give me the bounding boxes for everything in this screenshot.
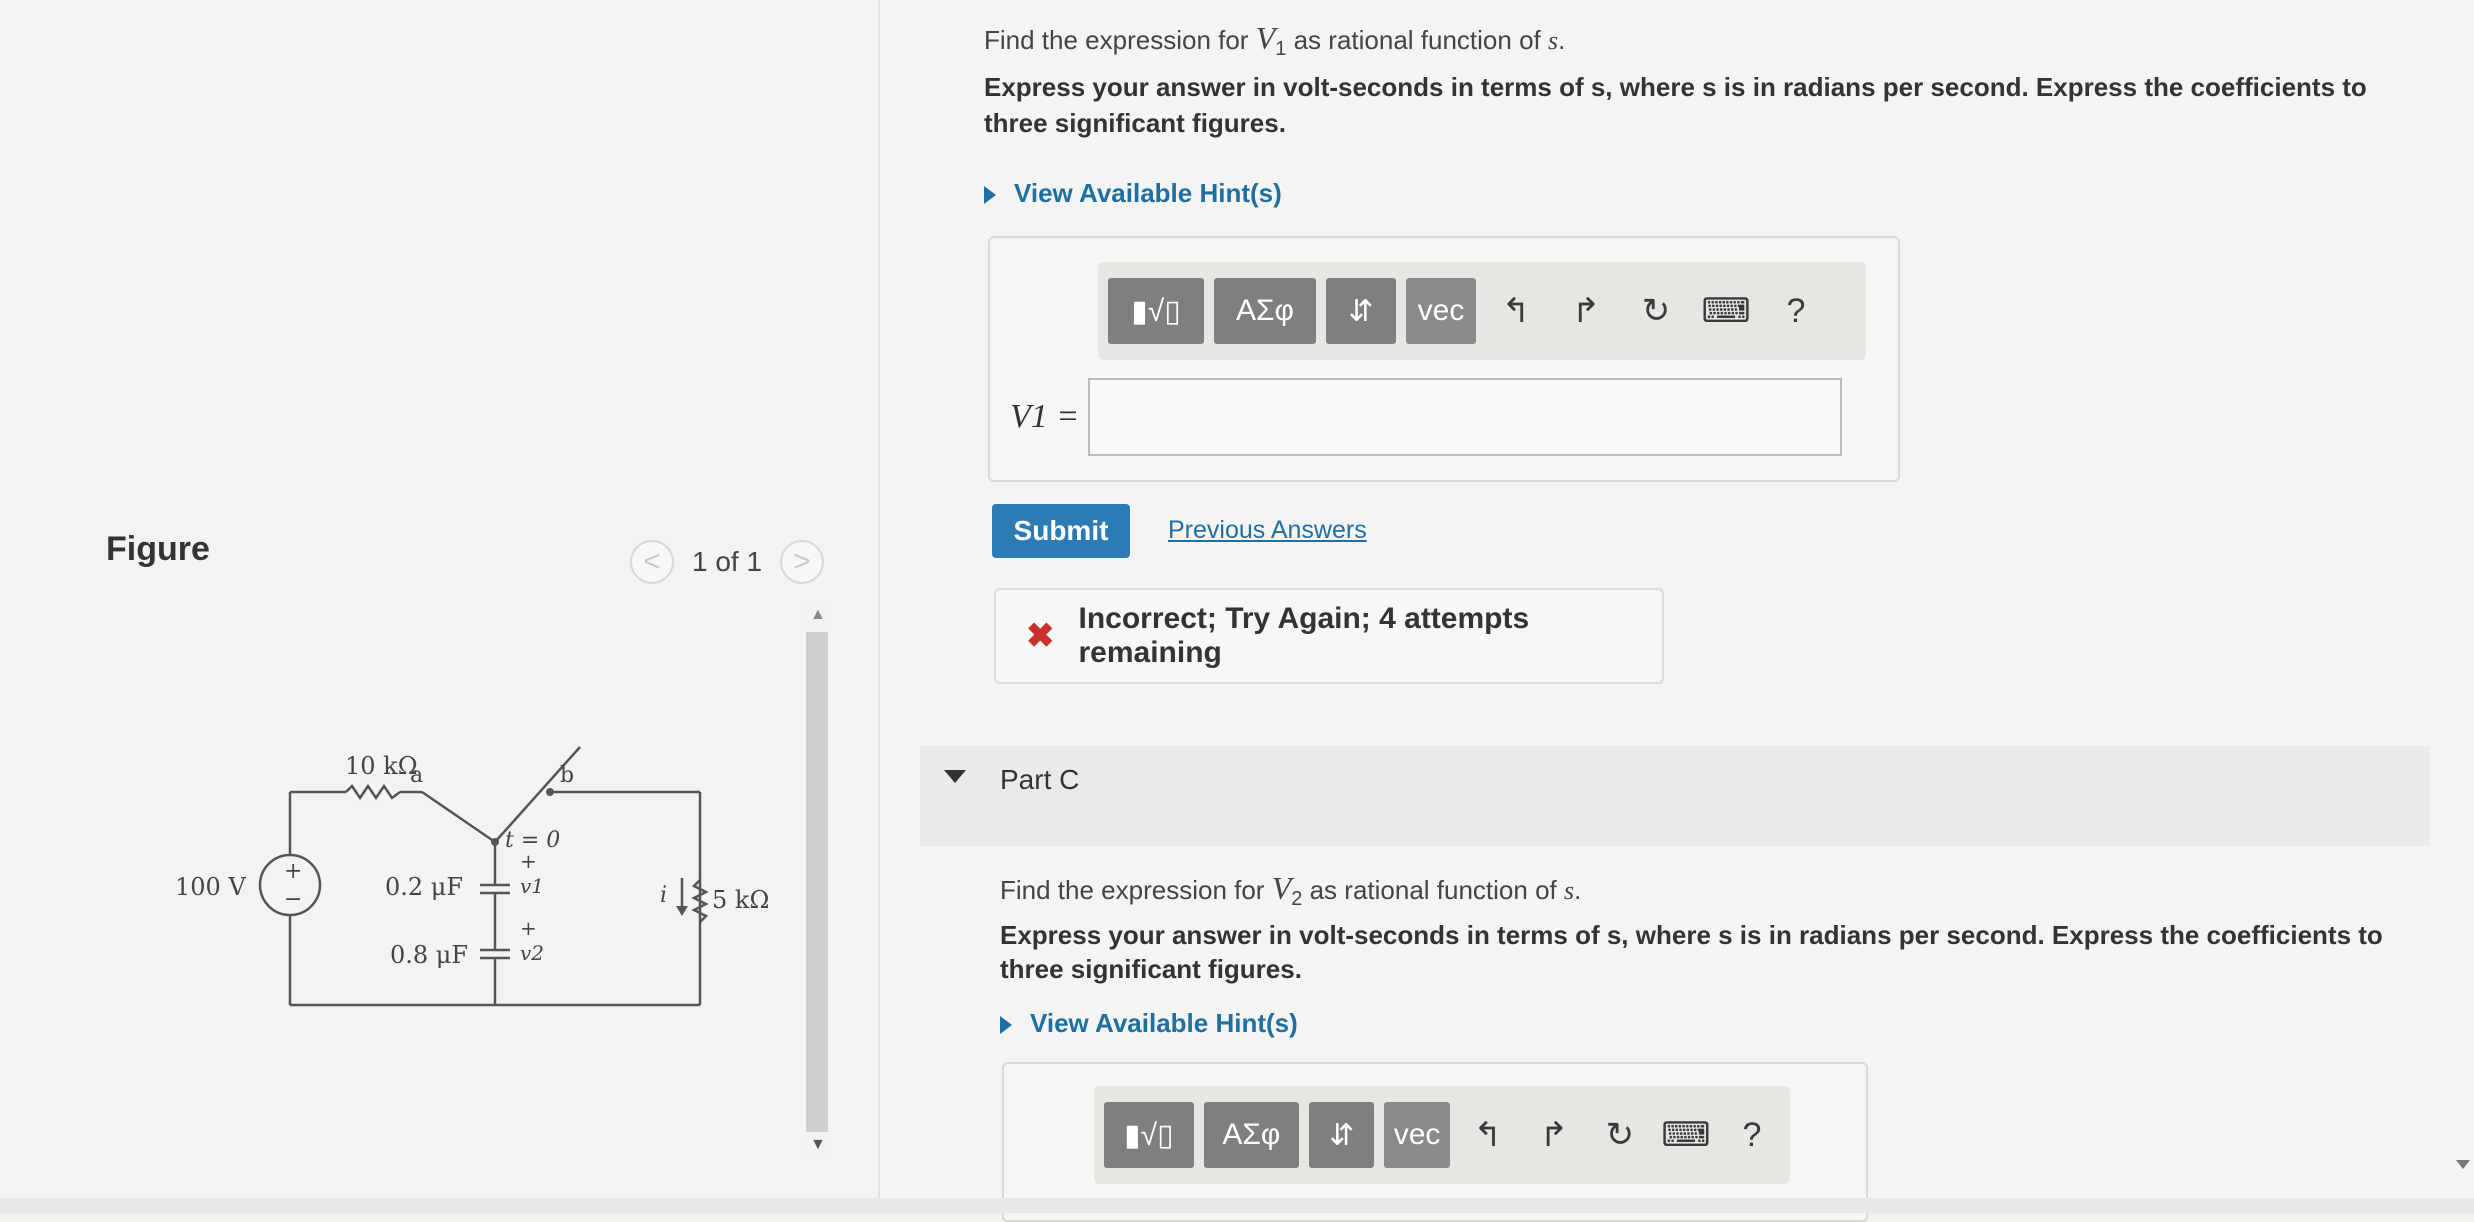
- source-label: 100 V: [175, 873, 246, 901]
- reset-icon[interactable]: ↻: [1592, 1102, 1648, 1168]
- node-b-label: b: [560, 763, 574, 788]
- source-plus: +: [284, 859, 302, 884]
- resistor-5k-label: 5 kΩ: [712, 886, 769, 914]
- help-icon[interactable]: ?: [1766, 278, 1826, 344]
- previous-figure-button[interactable]: <: [630, 540, 674, 584]
- bottom-edge: [0, 1198, 2474, 1213]
- source-minus: −: [284, 887, 302, 912]
- v1-answer-label: V1 =: [1010, 398, 1080, 435]
- part-c-math-toolbar: ▮√▯ ΑΣφ ⇵ vec ↰ ↱ ↻ ⌨ ?: [1094, 1086, 1790, 1184]
- incorrect-x-icon: ✖: [1026, 617, 1055, 655]
- redo-icon[interactable]: ↱: [1526, 1102, 1582, 1168]
- node-a-label: a: [410, 763, 423, 788]
- subscript-superscript-button[interactable]: ⇵: [1326, 278, 1396, 344]
- part-b-hint-link[interactable]: View Available Hint(s): [984, 178, 1282, 209]
- capacitor-1-label: 0.2 μF: [385, 873, 463, 901]
- previous-answers-link[interactable]: Previous Answers: [1168, 516, 1367, 545]
- scroll-down-arrow-icon[interactable]: ▼: [810, 1136, 826, 1154]
- part-b-instructions-line1: Express your answer in volt-seconds in t…: [984, 72, 2367, 102]
- v2-label: v2: [520, 941, 544, 965]
- part-c-hint-link[interactable]: View Available Hint(s): [1000, 1008, 1298, 1039]
- greek-symbols-button[interactable]: ΑΣφ: [1214, 278, 1316, 344]
- current-label: i: [660, 883, 667, 908]
- part-c-label[interactable]: Part C: [1000, 764, 1079, 796]
- subscript-superscript-button[interactable]: ⇵: [1308, 1102, 1375, 1168]
- feedback-box: ✖ Incorrect; Try Again; 4 attempts remai…: [994, 588, 1664, 684]
- figure-page-indicator: 1 of 1: [692, 546, 763, 577]
- undo-icon[interactable]: ↰: [1486, 278, 1546, 344]
- part-c-prompt: Find the expression for V2 as rational f…: [1000, 870, 1582, 911]
- next-figure-button[interactable]: >: [780, 540, 825, 584]
- part-b-prompt: Find the expression for V1 as rational f…: [984, 20, 1566, 61]
- part-c-header[interactable]: [920, 746, 2430, 846]
- submit-button[interactable]: Submit: [992, 504, 1130, 558]
- v1-label: v1: [520, 874, 544, 898]
- part-b-math-toolbar: ▮√▯ ΑΣφ ⇵ vec ↰ ↱ ↻ ⌨ ?: [1098, 262, 1866, 360]
- v1-answer-input[interactable]: [1088, 378, 1842, 456]
- expand-arrow-icon: [984, 186, 996, 205]
- part-c-instructions-line2: three significant figures.: [1000, 954, 1302, 984]
- redo-icon[interactable]: ↱: [1556, 278, 1616, 344]
- figure-panel: [0, 0, 880, 1213]
- reset-icon[interactable]: ↻: [1626, 278, 1686, 344]
- part-c-instructions-line1: Express your answer in volt-seconds in t…: [1000, 920, 2383, 950]
- capacitor-2-label: 0.8 μF: [390, 941, 468, 969]
- page-scroll-down-icon[interactable]: [2456, 1160, 2470, 1169]
- v1-plus: +: [520, 849, 537, 873]
- vector-button[interactable]: vec: [1406, 278, 1476, 344]
- templates-button[interactable]: ▮√▯: [1108, 278, 1204, 344]
- scroll-up-arrow-icon[interactable]: ▲: [810, 606, 826, 624]
- feedback-message: Incorrect; Try Again; 4 attempts remaini…: [1078, 602, 1530, 669]
- expand-arrow-icon: [1000, 1016, 1012, 1035]
- help-icon[interactable]: ?: [1724, 1102, 1780, 1168]
- resistor-10k-label: 10 kΩ: [345, 752, 418, 780]
- collapse-caret-icon[interactable]: [944, 770, 966, 783]
- keyboard-icon[interactable]: ⌨: [1696, 278, 1756, 344]
- part-b-instructions-line2: three significant figures.: [984, 108, 1286, 138]
- keyboard-icon[interactable]: ⌨: [1658, 1102, 1714, 1168]
- circuit-diagram: + − 100 V 10 kΩ a b t = 0 0.2 μF 0.8 μF …: [175, 746, 769, 1007]
- v2-plus: +: [520, 916, 537, 940]
- figure-pager: < 1 of 1 >: [630, 540, 825, 584]
- templates-button[interactable]: ▮√▯: [1104, 1102, 1194, 1168]
- figure-title: Figure: [106, 530, 210, 568]
- undo-icon[interactable]: ↰: [1460, 1102, 1516, 1168]
- figure-scrollbar-thumb[interactable]: [806, 632, 828, 1132]
- vector-button[interactable]: vec: [1384, 1102, 1450, 1168]
- greek-symbols-button[interactable]: ΑΣφ: [1203, 1102, 1299, 1168]
